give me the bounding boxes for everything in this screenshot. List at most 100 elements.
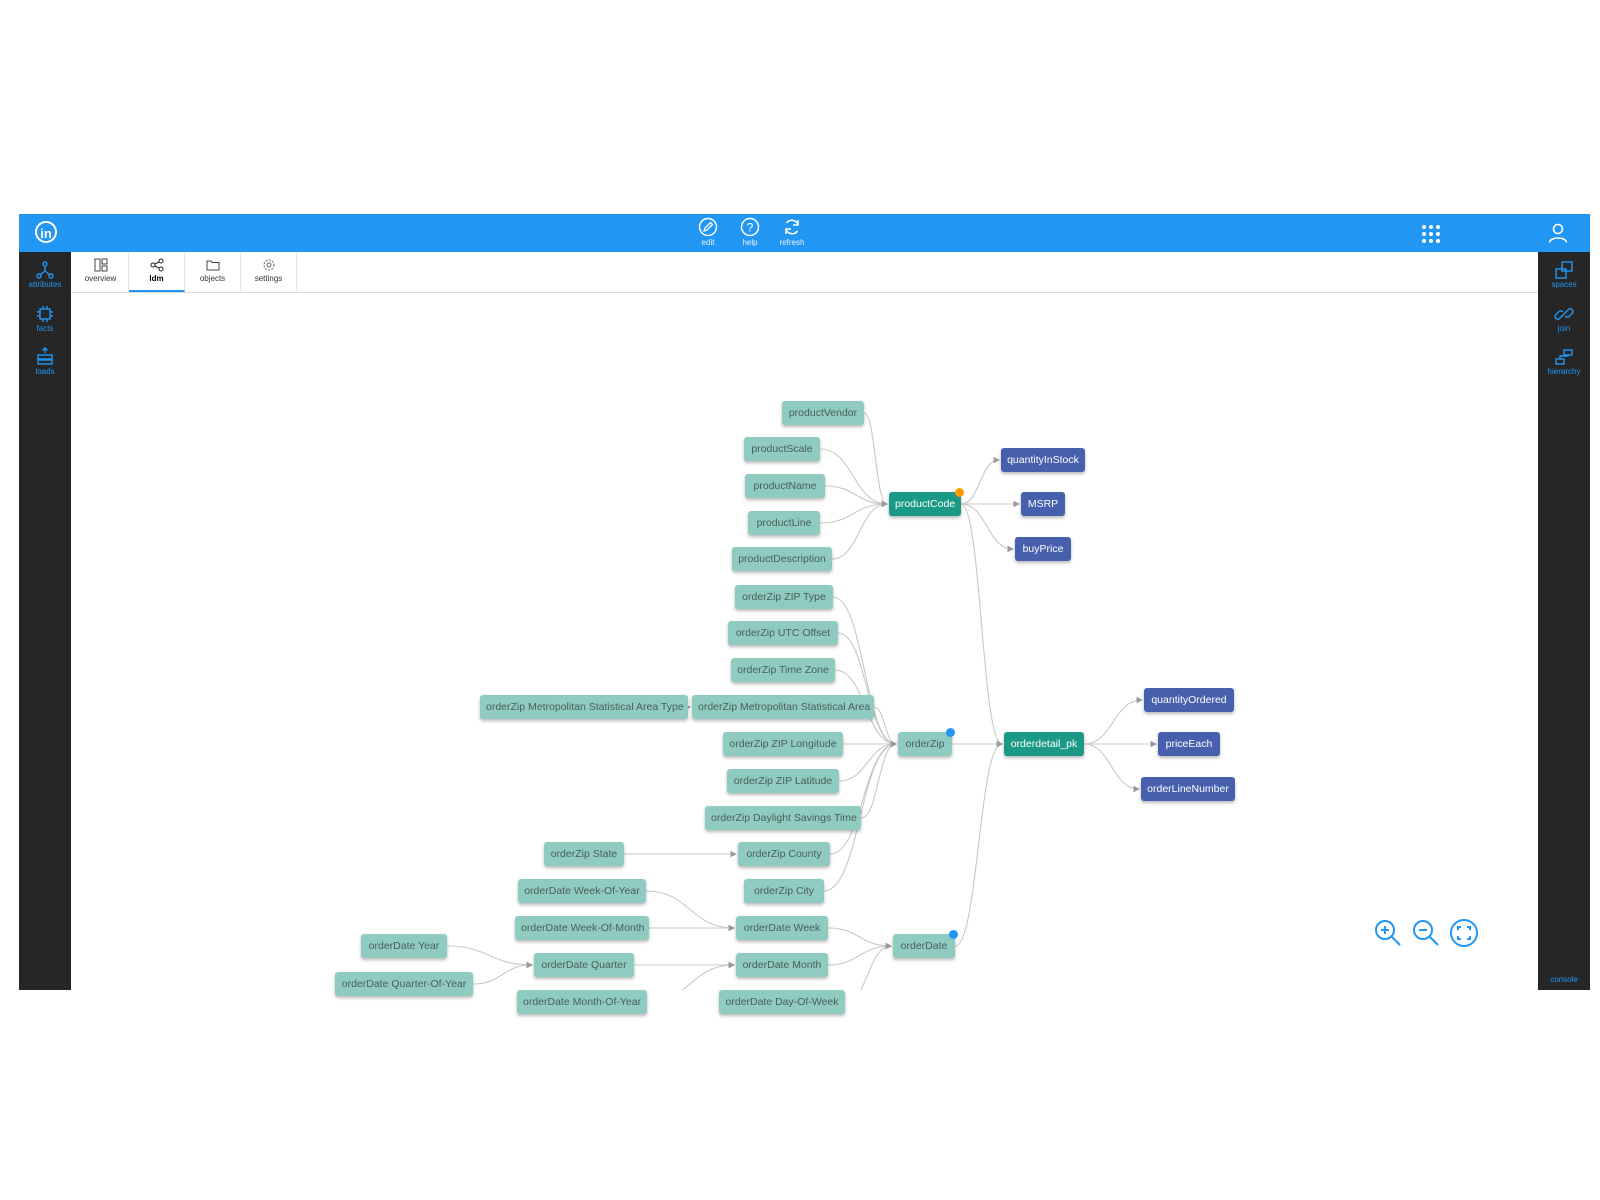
attribute-node[interactable]: orderZip ZIP Type [735, 585, 833, 609]
join-icon [1554, 308, 1574, 320]
facts-icon [37, 306, 53, 322]
folder-icon [206, 260, 219, 271]
attribute-node[interactable]: orderDate [893, 934, 955, 958]
refresh-label: refresh [779, 238, 805, 247]
apps-grid-icon[interactable] [1421, 224, 1441, 244]
attribute-node[interactable]: orderZip Time Zone [731, 658, 835, 682]
graph-edge [838, 740, 898, 782]
edit-label: edit [701, 238, 715, 247]
help-label: help [742, 238, 758, 247]
help-icon: ? [740, 217, 760, 237]
attribute-node[interactable]: orderZip City [744, 879, 824, 903]
graph-edge [645, 890, 736, 932]
app-logo[interactable]: in [35, 221, 57, 243]
fact-node[interactable]: buyPrice [1015, 537, 1071, 561]
attribute-node[interactable]: orderDate Week [736, 916, 828, 940]
attribute-node[interactable]: orderZip Metropolitan Statistical Area T… [480, 695, 688, 719]
sidebar-item-hierarchy[interactable]: hierarchy [1538, 343, 1590, 383]
attribute-node[interactable]: orderZip ZIP Longitude [723, 732, 843, 756]
tab-label-settings: settings [254, 274, 283, 283]
tab-label-objects: objects [199, 274, 226, 283]
attribute-node[interactable]: orderZip Daylight Savings Time [705, 806, 861, 830]
sidebar-label-hierarchy: hierarchy [1547, 367, 1581, 376]
attribute-node[interactable]: productName [745, 474, 825, 498]
sidebar-item-spaces[interactable]: spaces [1538, 256, 1590, 296]
zoom-in-icon[interactable] [1373, 918, 1403, 948]
app-window: in edit ? help refresh attributes facts … [19, 214, 1590, 1014]
graph-edge [472, 961, 534, 985]
sidebar-label-join: join [1557, 324, 1571, 333]
status-dot [949, 930, 958, 939]
attribute-node[interactable]: orderDate Month-Of-Year [517, 990, 647, 1014]
hierarchy-icon [1555, 349, 1573, 365]
refresh-button[interactable]: refresh [772, 217, 812, 251]
graph-edge [960, 456, 1001, 505]
key-node[interactable]: orderdetail_pk [1004, 732, 1084, 756]
graph-edge [832, 596, 898, 748]
tab-overview[interactable]: overview [73, 252, 129, 292]
attribute-node[interactable]: productScale [744, 437, 820, 461]
tab-settings[interactable]: settings [241, 252, 297, 292]
status-dot [946, 728, 955, 737]
graph-edge [1083, 743, 1141, 793]
edit-button[interactable]: edit [688, 217, 728, 251]
fit-screen-icon[interactable] [1449, 918, 1479, 948]
attribute-node[interactable]: orderZip Metropolitan Statistical Area [692, 695, 874, 719]
attribute-node[interactable]: productLine [748, 511, 820, 535]
refresh-icon [785, 219, 799, 235]
key-node[interactable]: productCode [889, 492, 961, 516]
fact-node[interactable]: MSRP [1021, 492, 1065, 516]
attribute-node[interactable]: orderDate Quarter-Of-Year [335, 972, 473, 996]
spaces-icon [1555, 261, 1573, 279]
graph-edge [960, 503, 1015, 553]
attribute-node[interactable]: orderZip UTC Offset [728, 621, 838, 645]
graph-edge [824, 485, 889, 508]
attribute-node[interactable]: orderDate Week-Of-Month [515, 916, 649, 940]
attribute-node[interactable]: productDescription [732, 547, 832, 571]
right-sidebar: spaces join hierarchy console [1538, 252, 1590, 990]
graph-edge [827, 927, 893, 950]
graph-edge [827, 942, 893, 966]
fact-node[interactable]: priceEach [1158, 732, 1220, 756]
fact-node[interactable]: orderLineNumber [1141, 777, 1235, 801]
console-button[interactable]: console [1538, 975, 1590, 984]
zoom-out-icon[interactable] [1411, 918, 1441, 948]
edit-icon [698, 217, 718, 237]
tab-ldm[interactable]: ldm [129, 252, 185, 292]
graph-edge [873, 706, 898, 748]
attribute-node[interactable]: orderZip [898, 732, 952, 756]
graph-edge [860, 740, 898, 819]
graph-edge [859, 942, 893, 990]
fact-node[interactable]: quantityOrdered [1144, 688, 1234, 712]
graph-edge [831, 500, 889, 560]
graph-edge [819, 448, 889, 508]
fact-node[interactable]: quantityInStock [1001, 448, 1085, 472]
sidebar-item-attributes[interactable]: attributes [19, 256, 71, 296]
attribute-node[interactable]: orderDate Month [736, 953, 828, 977]
attribute-node[interactable]: productVendor [782, 401, 864, 425]
tab-label-ldm: ldm [149, 274, 164, 283]
attribute-node[interactable]: orderZip State [544, 842, 624, 866]
sidebar-item-facts[interactable]: facts [19, 300, 71, 340]
sidebar-label-attributes: attributes [28, 280, 62, 289]
overview-icon [94, 258, 107, 272]
attribute-node[interactable]: orderDate Quarter [534, 953, 634, 977]
graph-edge [837, 632, 898, 748]
graph-edge [829, 740, 898, 855]
graph-edge [954, 740, 1004, 947]
help-button[interactable]: ? help [730, 217, 770, 251]
user-icon[interactable] [1547, 222, 1569, 244]
attribute-node[interactable]: orderZip County [738, 842, 830, 866]
attribute-node[interactable]: orderDate Day-Of-Week [719, 990, 845, 1014]
graph-edge [681, 961, 736, 990]
top-bar: in edit ? help refresh [19, 214, 1590, 252]
sidebar-item-join[interactable]: join [1538, 300, 1590, 340]
sidebar-item-loads[interactable]: loads [19, 343, 71, 383]
attribute-node[interactable]: orderDate Year [361, 934, 447, 958]
tab-label-overview: overview [84, 274, 117, 283]
tab-objects[interactable]: objects [185, 252, 241, 292]
graph-edge [446, 945, 534, 969]
ldm-canvas[interactable]: productVendor productScale productName prod… [71, 293, 1538, 1014]
attribute-node[interactable]: orderZip ZIP Latitude [727, 769, 839, 793]
attribute-node[interactable]: orderDate Week-Of-Year [518, 879, 646, 903]
